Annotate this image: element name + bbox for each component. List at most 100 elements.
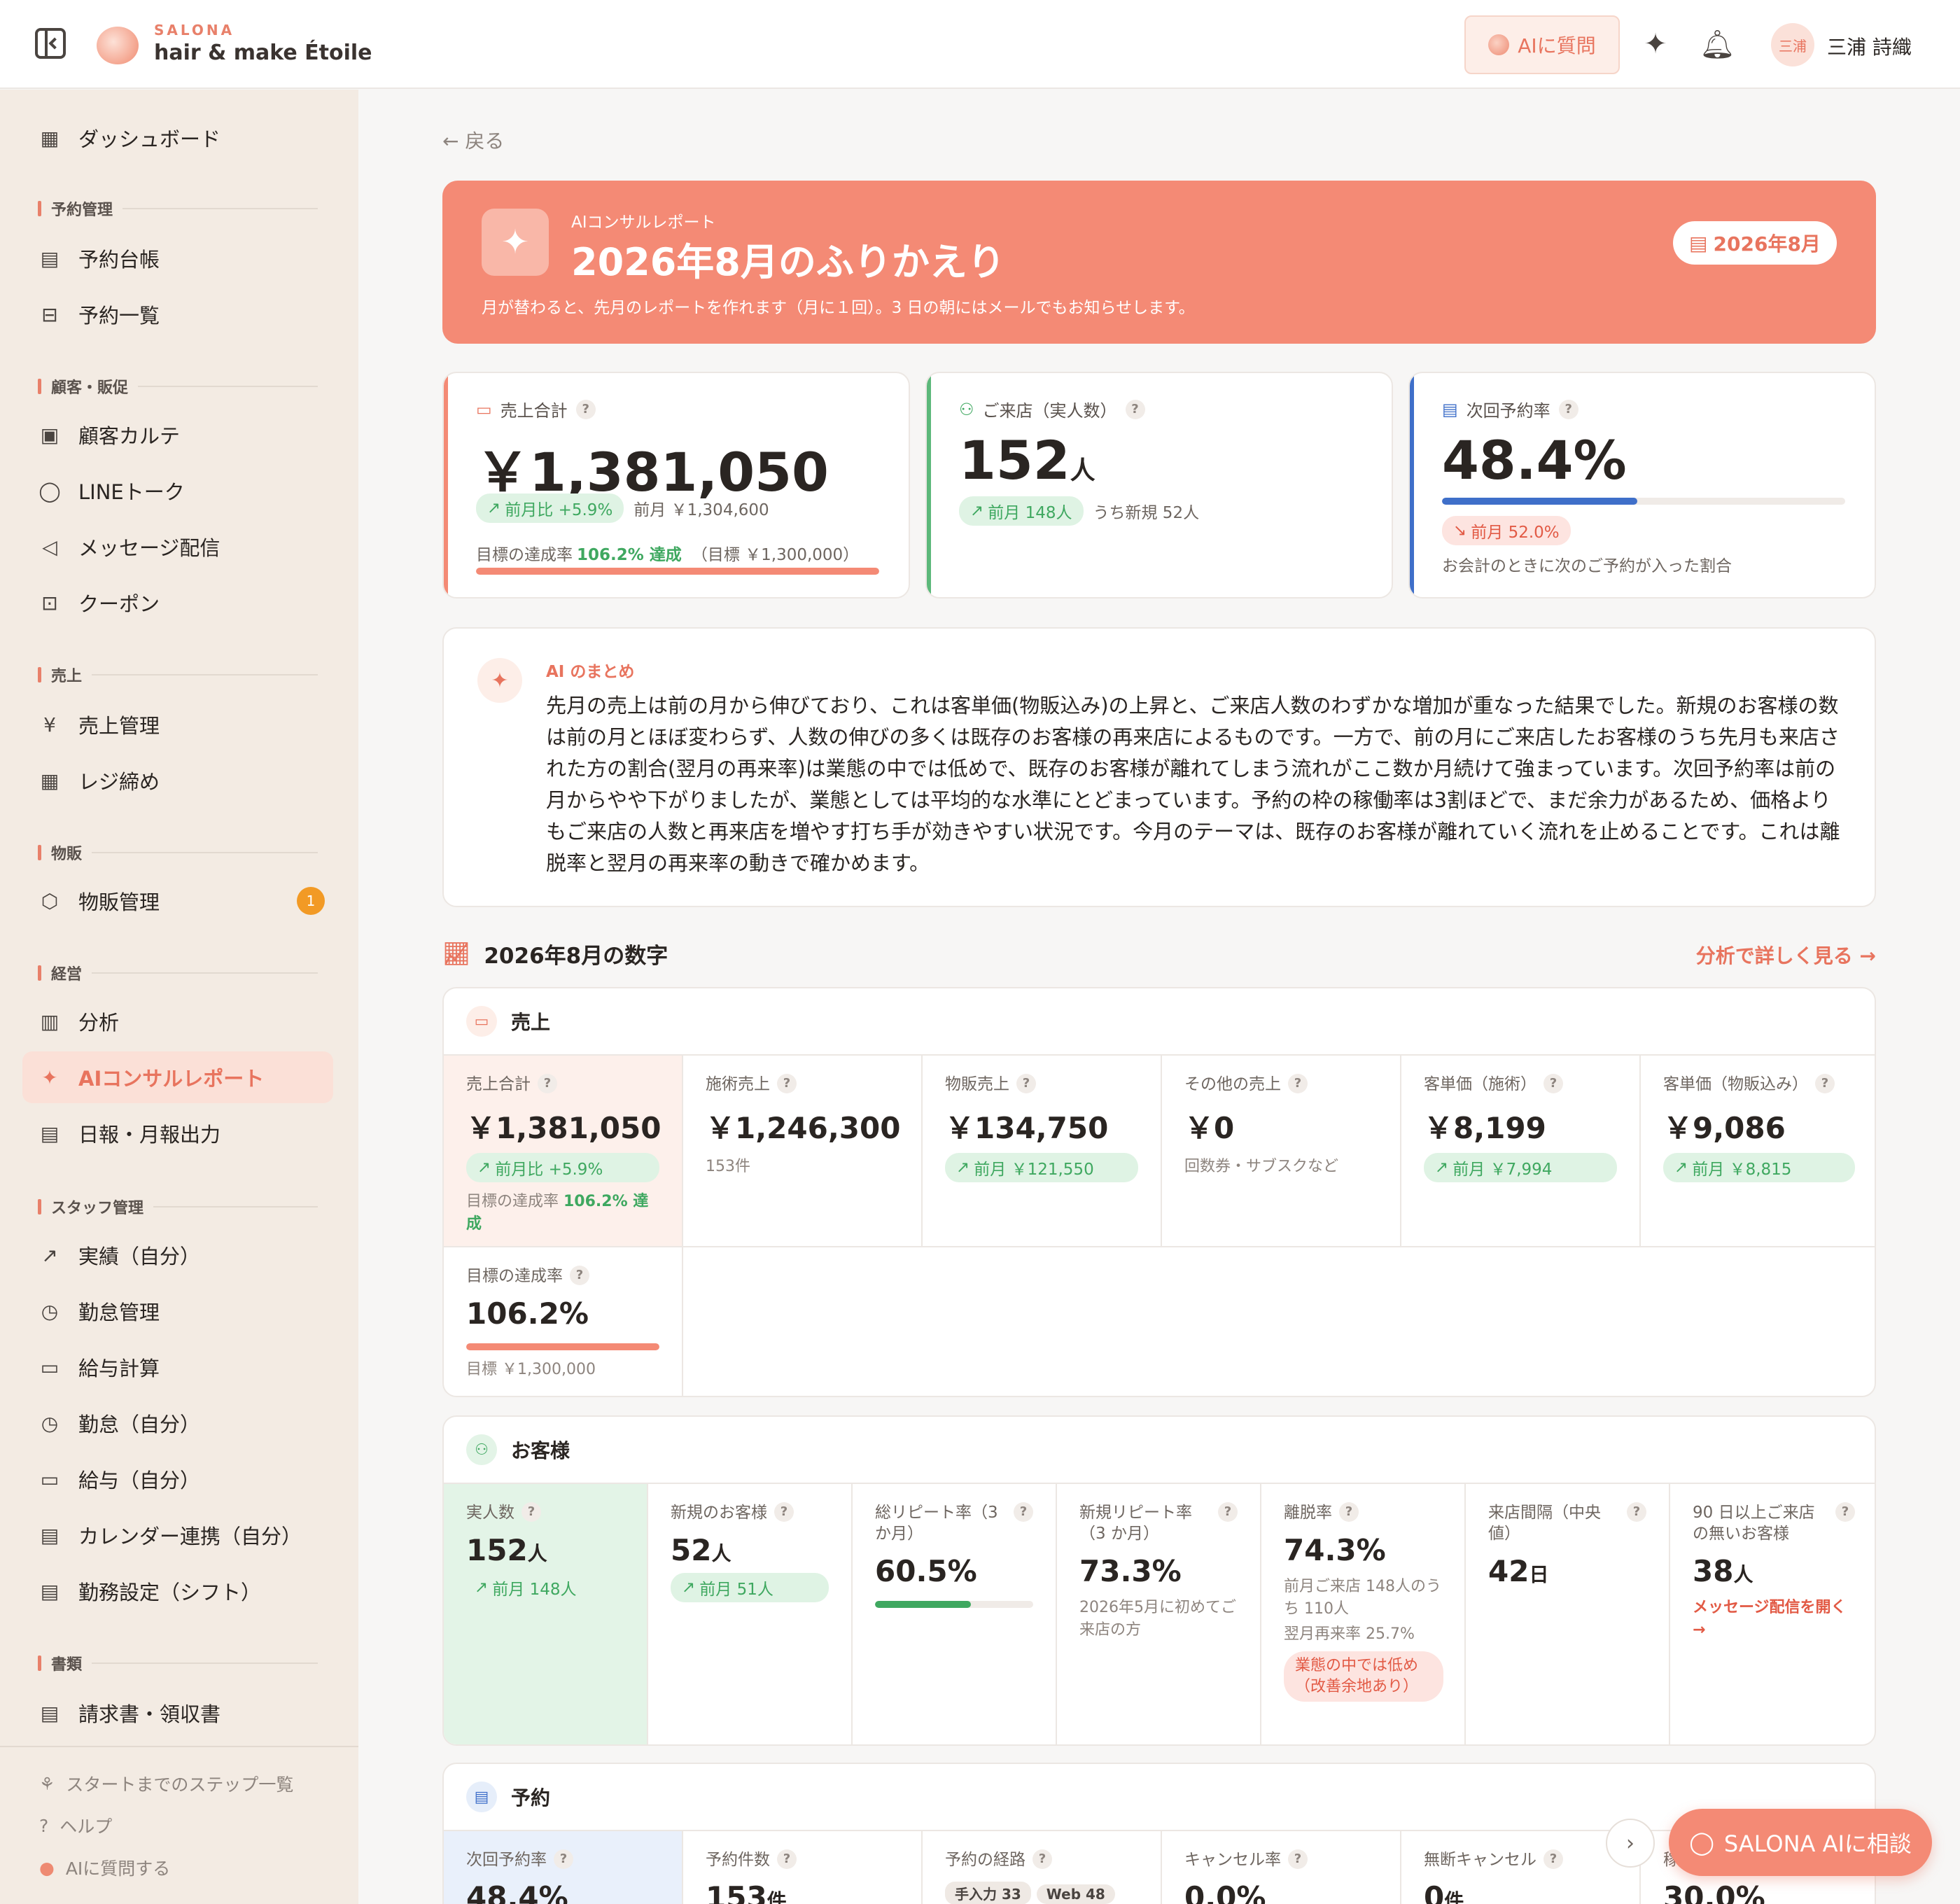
- arrow-left-icon: ←: [442, 130, 465, 153]
- metric-sales-total: 売上合計? ￥1,381,050 ↗ 前月比 +5.9% 目標の達成率 106.2…: [444, 1056, 683, 1247]
- help-icon[interactable]: ?: [538, 1074, 557, 1093]
- panel-header: ⚇ お客様: [444, 1417, 1875, 1484]
- message-delivery-link[interactable]: メッセージ配信を開く →: [1693, 1597, 1855, 1642]
- trend-down-icon: ↘: [1453, 522, 1467, 540]
- sidebar-item-register-close[interactable]: ▦ レジ締め: [22, 755, 333, 806]
- sidebar-item-my-attendance[interactable]: ◷ 勤怠（自分）: [22, 1397, 333, 1449]
- user-name[interactable]: 三浦 詩織: [1827, 32, 1912, 60]
- analysis-link[interactable]: 分析で詳しく見る →: [1696, 941, 1876, 969]
- sidebar-item-reservation-book[interactable]: ▤ 予約台帳: [22, 232, 333, 284]
- sparkle-icon[interactable]: ✦: [1638, 28, 1673, 60]
- sidebar-section-documents: 書類: [38, 1652, 318, 1674]
- money-icon: ▭: [466, 1006, 497, 1037]
- sidebar-item-sales-management[interactable]: ¥ 売上管理: [22, 699, 333, 750]
- sidebar-item-retail-management[interactable]: ⬡ 物販管理 1: [22, 875, 333, 927]
- metric-treatment-sales: 施術売上? ￥1,246,300 153件: [683, 1056, 923, 1247]
- bell-icon[interactable]: 🔔︎: [1700, 28, 1735, 61]
- megaphone-icon: ◁: [42, 535, 57, 559]
- help-icon[interactable]: ?: [575, 399, 596, 419]
- sidebar-item-shift[interactable]: ▤ 勤務設定（シフト）: [22, 1565, 333, 1617]
- panel-header: ▭ 売上: [444, 988, 1875, 1056]
- chevron-right-icon[interactable]: ›: [1606, 1819, 1655, 1868]
- help-icon[interactable]: ?: [1288, 1849, 1308, 1869]
- sidebar-section-sales: 売上: [38, 664, 318, 686]
- help-icon[interactable]: ?: [1544, 1074, 1563, 1093]
- help-icon[interactable]: ?: [1558, 399, 1578, 419]
- ask-ai-link[interactable]: ● AIに質問する: [39, 1855, 170, 1880]
- help-icon[interactable]: ?: [1288, 1074, 1308, 1093]
- sidebar-item-dashboard[interactable]: ▦ ダッシュボード: [22, 112, 333, 164]
- help-icon[interactable]: ?: [1218, 1502, 1238, 1522]
- change-pill: ↗ 前月 51人: [671, 1573, 829, 1602]
- sidebar-item-reservation-list[interactable]: ⊟ 予約一覧: [22, 288, 333, 340]
- sidebar-item-my-salary[interactable]: ▭ 給与（自分）: [22, 1453, 333, 1505]
- steps-link[interactable]: ⚘ スタートまでのステップ一覧: [39, 1771, 293, 1796]
- trend-up-icon: ↗: [1674, 1158, 1688, 1177]
- hero-subtitle: AIコンサルレポート: [571, 214, 716, 232]
- kpi-card-next-reservation: ▤ 次回予約率? 48.4% ↘ 前月 52.0% お会計のときに次のご予約が入った…: [1408, 372, 1876, 598]
- sidebar-item-daily-monthly[interactable]: ▤ 日報・月報出力: [22, 1107, 333, 1159]
- sidebar-footer: ⚘ スタートまでのステップ一覧 ? ヘルプ ● AIに質問する: [0, 1746, 358, 1904]
- month-selector[interactable]: ▤ 2026年8月: [1673, 221, 1837, 265]
- calendar-icon: ▤: [40, 246, 59, 270]
- page-title: 2026年8月のふりかえり: [571, 240, 1005, 284]
- help-icon[interactable]: ?: [1835, 1502, 1855, 1522]
- sidebar-item-line-talk[interactable]: ◯ LINEトーク: [22, 465, 333, 517]
- ai-summary-card: ✦ AI のまとめ 先月の売上は前の月から伸びており、これは客単価(物販込み)の…: [442, 627, 1876, 907]
- calendar-check-icon: ▤: [1442, 399, 1458, 419]
- prev-value: 前月 ￥1,304,600: [634, 501, 769, 519]
- sidebar-item-payroll[interactable]: ▭ 給与計算: [22, 1341, 333, 1393]
- sidebar-item-attendance[interactable]: ◷ 勤怠管理: [22, 1285, 333, 1337]
- metric-retail-sales: 物販売上? ￥134,750 ↗ 前月 ￥121,550: [923, 1056, 1162, 1247]
- help-icon[interactable]: ?: [1339, 1502, 1359, 1522]
- kpi-note: お会計のときに次のご予約が入った割合: [1442, 557, 1732, 575]
- help-icon[interactable]: ?: [1125, 399, 1145, 419]
- sidebar-item-performance[interactable]: ↗ 実績（自分）: [22, 1229, 333, 1281]
- sidebar-section-staff: スタッフ管理: [38, 1196, 318, 1218]
- trend-up-icon: ↗: [682, 1578, 696, 1597]
- help-icon[interactable]: ?: [1032, 1849, 1052, 1869]
- sidebar-item-analysis[interactable]: ▥ 分析: [22, 995, 333, 1047]
- help-icon[interactable]: ?: [777, 1074, 797, 1093]
- sidebar-item-message-delivery[interactable]: ◁ メッセージ配信: [22, 521, 333, 573]
- sidebar-item-ai-report[interactable]: ✦ AIコンサルレポート: [22, 1051, 333, 1103]
- help-icon[interactable]: ?: [554, 1849, 573, 1869]
- sidebar-item-coupon[interactable]: ⊡ クーポン: [22, 577, 333, 629]
- help-icon[interactable]: ?: [1815, 1074, 1835, 1093]
- help-icon[interactable]: ?: [1014, 1502, 1033, 1522]
- avatar[interactable]: 三浦: [1771, 23, 1814, 66]
- trend-up-icon: ↗: [956, 1158, 970, 1177]
- report-hero: ✦ AIコンサルレポート 2026年8月のふりかえり 月が替わると、先月のレポー…: [442, 181, 1876, 344]
- help-icon[interactable]: ?: [1544, 1849, 1563, 1869]
- help-link[interactable]: ? ヘルプ: [39, 1813, 112, 1838]
- help-icon[interactable]: ?: [1627, 1502, 1646, 1522]
- salon-name[interactable]: hair & make Étoile: [154, 41, 372, 65]
- sidebar-item-invoice[interactable]: ▤ 請求書・領収書: [22, 1687, 333, 1739]
- sidebar-item-calendar[interactable]: ▤ カレンダー連携（自分）: [22, 1509, 333, 1561]
- ai-consult-button[interactable]: ◯ SALONA AIに相談: [1669, 1809, 1932, 1876]
- ai-orb-icon: [1488, 34, 1510, 55]
- top-bar: SALONA hair & make Étoile AIに質問 ✦ 🔔︎ 三浦 …: [0, 0, 1960, 89]
- kpi-value: 152人: [959, 429, 1096, 491]
- sidebar-item-customer-chart[interactable]: ▣ 顧客カルテ: [22, 409, 333, 461]
- metric-churn-rate: 離脱率? 74.3% 前月ご来店 148人のうち 110人 翌月再来率 25.7…: [1261, 1484, 1466, 1744]
- sidebar-item-label: 勤怠管理: [78, 1301, 160, 1324]
- document-icon: ▤: [40, 1121, 59, 1145]
- change-pill: ↗ 前月 ￥8,815: [1663, 1153, 1855, 1182]
- sales-panel: ▭ 売上 売上合計? ￥1,381,050 ↗ 前月比 +5.9% 目標の達成率 1…: [442, 987, 1876, 1397]
- sparkle-icon: ✦: [41, 1065, 58, 1089]
- ask-ai-label: AIに質問: [1518, 34, 1596, 57]
- sidebar-item-label: レジ締め: [78, 770, 160, 794]
- sidebar-collapse-icon[interactable]: [35, 28, 66, 59]
- help-icon[interactable]: ?: [1016, 1074, 1036, 1093]
- help-icon[interactable]: ?: [777, 1849, 797, 1869]
- bar-chart-icon: ▥: [40, 1009, 59, 1033]
- kpi-label: 次回予約率: [1466, 401, 1550, 421]
- help-icon[interactable]: ?: [570, 1266, 589, 1285]
- help-icon[interactable]: ?: [774, 1502, 794, 1522]
- back-link[interactable]: ← 戻る: [442, 126, 504, 154]
- help-icon[interactable]: ?: [522, 1502, 541, 1522]
- trend-up-icon: ↗: [477, 1158, 491, 1177]
- ask-ai-button[interactable]: AIに質問: [1464, 15, 1620, 74]
- change-pill: ↗ 前月比 +5.9%: [466, 1153, 659, 1182]
